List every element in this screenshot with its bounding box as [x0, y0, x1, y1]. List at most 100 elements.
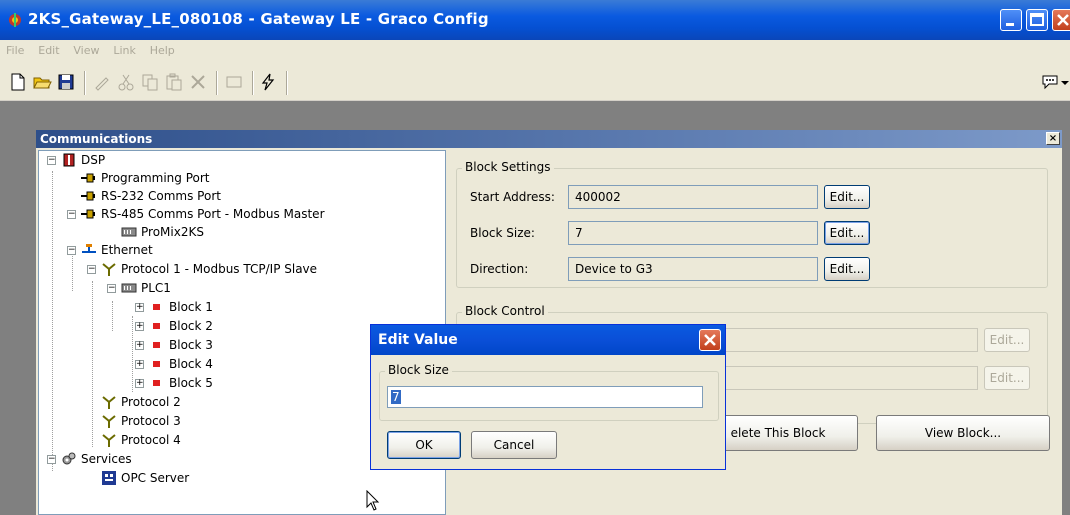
tree-item-promix[interactable]: ProMix2KS [87, 223, 387, 241]
menu-link[interactable]: Link [107, 40, 140, 57]
toolbar-separator [84, 71, 86, 95]
expand-toggle[interactable]: + [135, 360, 144, 369]
tree-item-rs485[interactable]: − RS-485 Comms Port - Modbus Master [67, 205, 407, 223]
tree-item-opc-server[interactable]: OPC Server [87, 469, 287, 487]
panel-close-button[interactable]: × [1046, 132, 1060, 145]
edit-control-2-button[interactable]: Edit... [984, 366, 1030, 390]
tree-item-label: Ethernet [101, 243, 153, 257]
window-title: 2KS_Gateway_LE_080108 - Gateway LE - Gra… [28, 10, 489, 28]
tree-item-label: Protocol 1 - Modbus TCP/IP Slave [121, 262, 318, 276]
tree-item-label: DSP [81, 153, 106, 167]
new-file-icon[interactable] [8, 72, 28, 92]
tree-line [52, 171, 53, 471]
port-icon [81, 191, 95, 201]
minimize-button[interactable] [1000, 9, 1022, 31]
maximize-button[interactable] [1026, 9, 1048, 31]
close-button[interactable] [1052, 9, 1070, 31]
collapse-toggle[interactable]: − [47, 455, 56, 464]
edit-start-address-button[interactable]: Edit... [824, 185, 870, 209]
view-block-button[interactable]: View Block... [876, 415, 1050, 451]
block-icon [153, 361, 160, 367]
collapse-toggle[interactable]: − [87, 265, 96, 274]
menu-file[interactable]: File [0, 40, 28, 57]
tree-item-label: RS-232 Comms Port [101, 189, 221, 203]
tree-item-protocol-4[interactable]: Protocol 4 [87, 431, 287, 449]
block-icon [153, 380, 160, 386]
expand-toggle[interactable]: + [135, 303, 144, 312]
menu-help[interactable]: Help [144, 40, 179, 57]
block-size-label: Block Size: [470, 226, 535, 240]
dialog-title[interactable]: Edit Value [371, 325, 725, 355]
block-size-field[interactable]: 7 [568, 221, 818, 245]
tree-item-programming-port[interactable]: Programming Port [67, 169, 367, 187]
tree-line [132, 316, 133, 392]
panel-title: Communications [36, 130, 1062, 148]
tree-item-protocol-1[interactable]: − Protocol 1 - Modbus TCP/IP Slave [87, 260, 427, 278]
direction-field[interactable]: Device to G3 [568, 257, 818, 281]
block-size-group-label: Block Size [385, 363, 452, 377]
collapse-toggle[interactable]: − [67, 246, 76, 255]
open-folder-icon[interactable] [32, 72, 52, 92]
tree-item-protocol-2[interactable]: Protocol 2 [87, 393, 287, 411]
start-address-field[interactable]: 400002 [568, 185, 818, 209]
tree-item-label: OPC Server [121, 471, 190, 485]
tree-item-label: PLC1 [141, 281, 171, 295]
chevron-down-icon[interactable] [1060, 72, 1070, 92]
tree-item-block-3[interactable]: + Block 3 [135, 336, 335, 354]
edit-direction-button[interactable]: Edit... [824, 257, 870, 281]
chat-icon[interactable] [1040, 72, 1060, 92]
tree-item-block-2[interactable]: + Block 2 [135, 317, 335, 335]
tree-item-block-4[interactable]: + Block 4 [135, 355, 335, 373]
device-icon [121, 227, 137, 237]
cancel-button[interactable]: Cancel [471, 431, 557, 459]
minimize-icon [1006, 23, 1014, 26]
edit-block-size-button[interactable]: Edit... [824, 221, 870, 245]
tree-item-block-5[interactable]: + Block 5 [135, 374, 335, 392]
tree-item-block-1[interactable]: + Block 1 [135, 298, 335, 316]
tree-item-label: Block 2 [169, 319, 213, 333]
tree-item-label: Services [81, 452, 132, 466]
block-icon [153, 342, 160, 348]
expand-toggle[interactable]: + [135, 341, 144, 350]
dialog-close-button[interactable] [699, 329, 721, 351]
block-settings-legend: Block Settings [462, 160, 554, 174]
protocol-icon [102, 434, 116, 447]
gears-icon [62, 452, 76, 465]
menu-edit[interactable]: Edit [32, 40, 63, 57]
tree-item-ethernet[interactable]: − Ethernet [67, 241, 367, 259]
block-control-legend: Block Control [462, 304, 548, 318]
tree-item-label: Block 4 [169, 357, 213, 371]
maximize-icon [1030, 13, 1044, 26]
tree-item-protocol-3[interactable]: Protocol 3 [87, 412, 287, 430]
block-size-input[interactable]: 7 [387, 386, 703, 408]
save-icon[interactable] [56, 72, 76, 92]
collapse-toggle[interactable]: − [67, 210, 76, 219]
delete-icon [191, 75, 205, 89]
tree-item-label: ProMix2KS [141, 225, 204, 239]
ok-button[interactable]: OK [387, 431, 461, 459]
block-icon [153, 304, 160, 310]
copy-icon [142, 74, 158, 91]
tree-item-plc1[interactable]: − PLC1 [107, 279, 407, 297]
ethernet-icon [82, 244, 96, 253]
collapse-toggle[interactable]: − [107, 284, 116, 293]
close-icon [1057, 14, 1069, 26]
tree-item-label: Protocol 4 [121, 433, 181, 447]
window-titlebar[interactable]: 2KS_Gateway_LE_080108 - Gateway LE - Gra… [0, 0, 1070, 40]
tree-item-label: Protocol 3 [121, 414, 181, 428]
tree-item-label: Block 5 [169, 376, 213, 390]
expand-toggle[interactable]: + [135, 322, 144, 331]
block-icon [153, 323, 160, 329]
tree-item-dsp[interactable]: − DSP [47, 151, 247, 169]
collapse-toggle[interactable]: − [47, 156, 56, 165]
expand-toggle[interactable]: + [135, 379, 144, 388]
tree-item-rs232[interactable]: RS-232 Comms Port [67, 187, 367, 205]
tree-item-services[interactable]: − Services [47, 450, 247, 468]
device-icon [121, 283, 137, 293]
dsp-icon [63, 153, 75, 167]
lightning-icon[interactable] [258, 72, 278, 92]
edit-control-1-button[interactable]: Edit... [984, 328, 1030, 352]
protocol-icon [102, 396, 116, 409]
menu-view[interactable]: View [67, 40, 103, 57]
edit-value-dialog: Edit Value Block Size 7 OK Cancel [370, 324, 726, 470]
